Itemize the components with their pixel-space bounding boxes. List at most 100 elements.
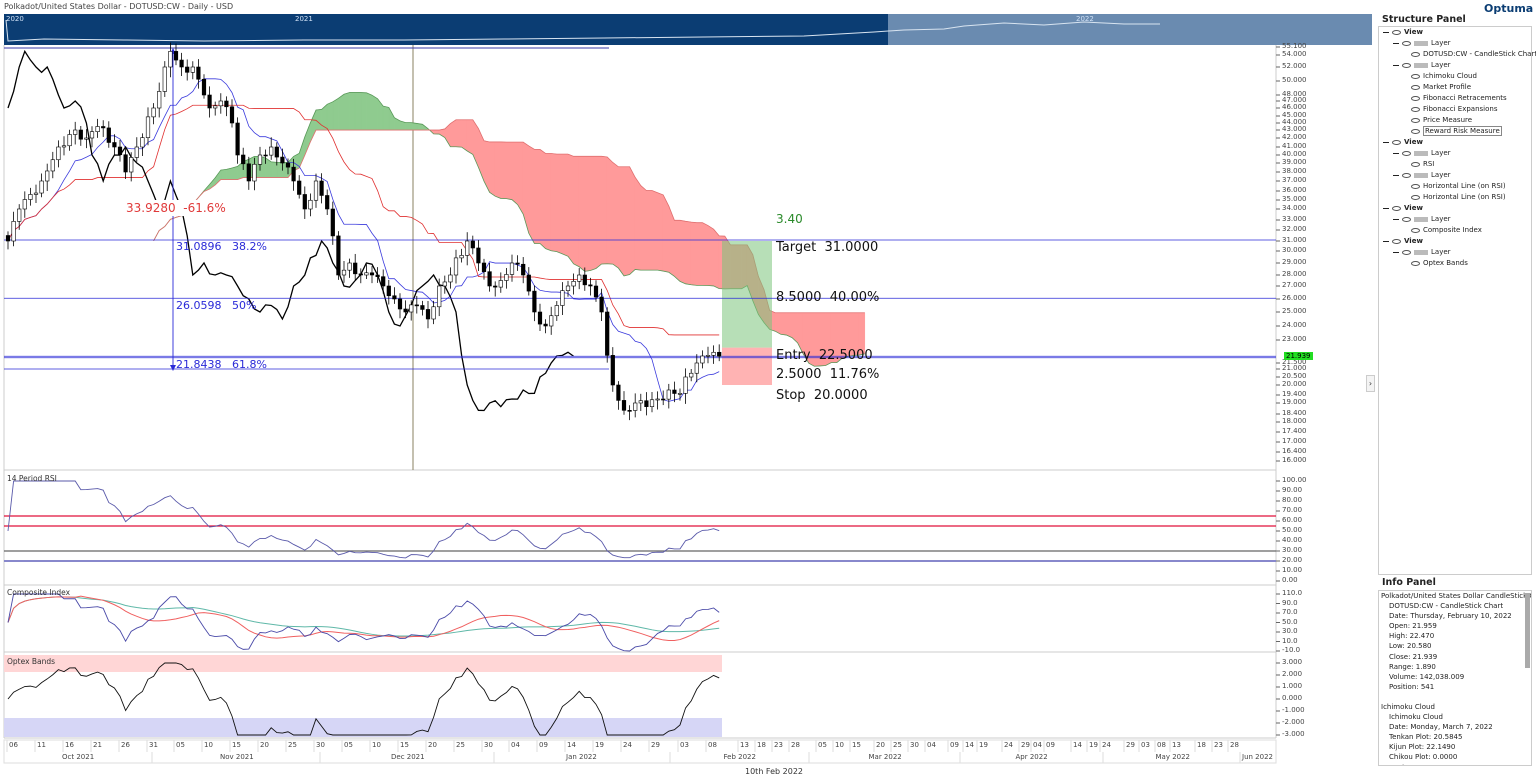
candle bbox=[190, 66, 195, 73]
candle bbox=[162, 66, 167, 92]
candle bbox=[207, 94, 212, 109]
lock-icon[interactable] bbox=[1414, 216, 1428, 222]
candle bbox=[453, 257, 459, 276]
price-tick-label: 30.000 bbox=[1282, 246, 1307, 254]
collapse-icon[interactable] bbox=[1383, 141, 1389, 143]
structure-item[interactable]: Horizontal Line (on RSI) bbox=[1379, 192, 1531, 203]
structure-item[interactable]: Optex Bands bbox=[1379, 258, 1531, 269]
structure-item[interactable]: Composite Index bbox=[1379, 225, 1531, 236]
cloud-segment bbox=[489, 141, 496, 197]
x-tick-label: 28 bbox=[1230, 741, 1239, 749]
chart-canvas[interactable] bbox=[0, 0, 1376, 783]
x-tick-label: 03 bbox=[680, 741, 689, 749]
lock-icon[interactable] bbox=[1414, 150, 1428, 156]
candle bbox=[515, 262, 520, 265]
eye-icon[interactable] bbox=[1402, 150, 1411, 156]
cloud-segment bbox=[220, 169, 227, 180]
price-tick-label: 41.000 bbox=[1282, 142, 1307, 150]
eye-icon[interactable] bbox=[1411, 117, 1420, 123]
structure-item[interactable]: Fibonacci Retracements bbox=[1379, 93, 1531, 104]
eye-icon[interactable] bbox=[1411, 95, 1420, 101]
rsi-tick-label: 40.00 bbox=[1282, 536, 1303, 544]
x-tick-label: 04 bbox=[511, 741, 520, 749]
structure-item[interactable]: Price Measure bbox=[1379, 115, 1531, 126]
eye-icon[interactable] bbox=[1392, 139, 1401, 145]
optex-panel-title: Optex Bands bbox=[7, 657, 56, 666]
eye-icon[interactable] bbox=[1392, 238, 1401, 244]
collapse-icon[interactable] bbox=[1393, 251, 1399, 253]
eye-icon[interactable] bbox=[1402, 249, 1411, 255]
panel-collapse-button[interactable]: › bbox=[1366, 375, 1375, 392]
cloud-segment bbox=[388, 107, 395, 131]
eye-icon[interactable] bbox=[1402, 216, 1411, 222]
fib-level-382: 31.0896 38.2% bbox=[176, 240, 267, 253]
structure-view[interactable]: View bbox=[1379, 236, 1531, 247]
structure-layer[interactable]: Layer bbox=[1379, 148, 1531, 159]
collapse-icon[interactable] bbox=[1383, 31, 1389, 33]
structure-item[interactable]: Fibonacci Expansions bbox=[1379, 104, 1531, 115]
eye-icon[interactable] bbox=[1392, 29, 1401, 35]
structure-item[interactable]: DOTUSD:CW - CandleStick Chart bbox=[1379, 49, 1536, 60]
candle bbox=[213, 105, 218, 109]
collapse-icon[interactable] bbox=[1383, 240, 1389, 242]
eye-icon[interactable] bbox=[1411, 73, 1420, 79]
info-panel[interactable]: Polkadot/United States Dollar CandleStic… bbox=[1378, 590, 1532, 766]
eye-icon[interactable] bbox=[1411, 51, 1420, 57]
candle bbox=[95, 126, 100, 133]
info-row: Low: 20.580 bbox=[1389, 642, 1432, 651]
collapse-icon[interactable] bbox=[1393, 152, 1399, 154]
reward-pct: 40.00% bbox=[829, 290, 880, 305]
eye-icon[interactable] bbox=[1411, 128, 1420, 134]
eye-icon[interactable] bbox=[1411, 227, 1420, 233]
eye-icon[interactable] bbox=[1411, 84, 1420, 90]
structure-view[interactable]: View bbox=[1379, 203, 1531, 214]
price-tick-label: 20.000 bbox=[1282, 380, 1307, 388]
eye-icon[interactable] bbox=[1411, 183, 1420, 189]
reward-risk-ratio: 3.40 bbox=[776, 212, 803, 226]
collapse-icon[interactable] bbox=[1393, 64, 1399, 66]
structure-item[interactable]: Horizontal Line (on RSI) bbox=[1379, 181, 1531, 192]
collapse-icon[interactable] bbox=[1393, 218, 1399, 220]
eye-icon[interactable] bbox=[1411, 194, 1420, 200]
lock-icon[interactable] bbox=[1414, 172, 1428, 178]
structure-layer[interactable]: Layer bbox=[1379, 170, 1531, 181]
structure-item[interactable]: Ichimoku Cloud bbox=[1379, 71, 1531, 82]
price-tick-label: 46.000 bbox=[1282, 103, 1307, 111]
structure-label: Fibonacci Expansions bbox=[1423, 105, 1498, 113]
candle bbox=[229, 106, 235, 124]
structure-item[interactable]: Market Profile bbox=[1379, 82, 1531, 93]
eye-icon[interactable] bbox=[1392, 205, 1401, 211]
eye-icon[interactable] bbox=[1411, 161, 1420, 167]
candle bbox=[78, 129, 83, 140]
structure-panel[interactable]: View Layer DOTUSD:CW - CandleStick Chart La… bbox=[1378, 26, 1536, 575]
eye-icon[interactable] bbox=[1411, 106, 1420, 112]
candle bbox=[465, 240, 470, 256]
eye-icon[interactable] bbox=[1411, 260, 1420, 266]
structure-item[interactable]: RSI bbox=[1379, 159, 1531, 170]
price-tick-label: 34.000 bbox=[1282, 204, 1307, 212]
eye-icon[interactable] bbox=[1402, 62, 1411, 68]
structure-layer[interactable]: Layer bbox=[1379, 247, 1531, 258]
x-tick-label: 26 bbox=[121, 741, 130, 749]
structure-layer[interactable]: Layer bbox=[1379, 214, 1531, 225]
structure-layer[interactable]: Layer bbox=[1379, 38, 1531, 49]
eye-icon[interactable] bbox=[1402, 40, 1411, 46]
structure-layer[interactable]: Layer bbox=[1379, 60, 1531, 71]
structure-item[interactable]: Reward Risk Measure bbox=[1379, 126, 1531, 137]
candle bbox=[661, 398, 666, 401]
price-tick-label: 42.000 bbox=[1282, 133, 1307, 141]
lock-icon[interactable] bbox=[1414, 62, 1428, 68]
optex-tick-label: 3.000 bbox=[1282, 658, 1303, 666]
collapse-icon[interactable] bbox=[1383, 207, 1389, 209]
structure-view[interactable]: View bbox=[1379, 137, 1531, 148]
cloud-segment bbox=[343, 92, 350, 131]
info-panel-scrollbar[interactable] bbox=[1525, 593, 1530, 668]
eye-icon[interactable] bbox=[1402, 172, 1411, 178]
lock-icon[interactable] bbox=[1414, 40, 1428, 46]
collapse-icon[interactable] bbox=[1393, 174, 1399, 176]
collapse-icon[interactable] bbox=[1393, 42, 1399, 44]
structure-view[interactable]: View bbox=[1379, 27, 1531, 38]
lock-icon[interactable] bbox=[1414, 249, 1428, 255]
month-label: Jun 2022 bbox=[1242, 753, 1273, 761]
candle bbox=[263, 154, 268, 157]
